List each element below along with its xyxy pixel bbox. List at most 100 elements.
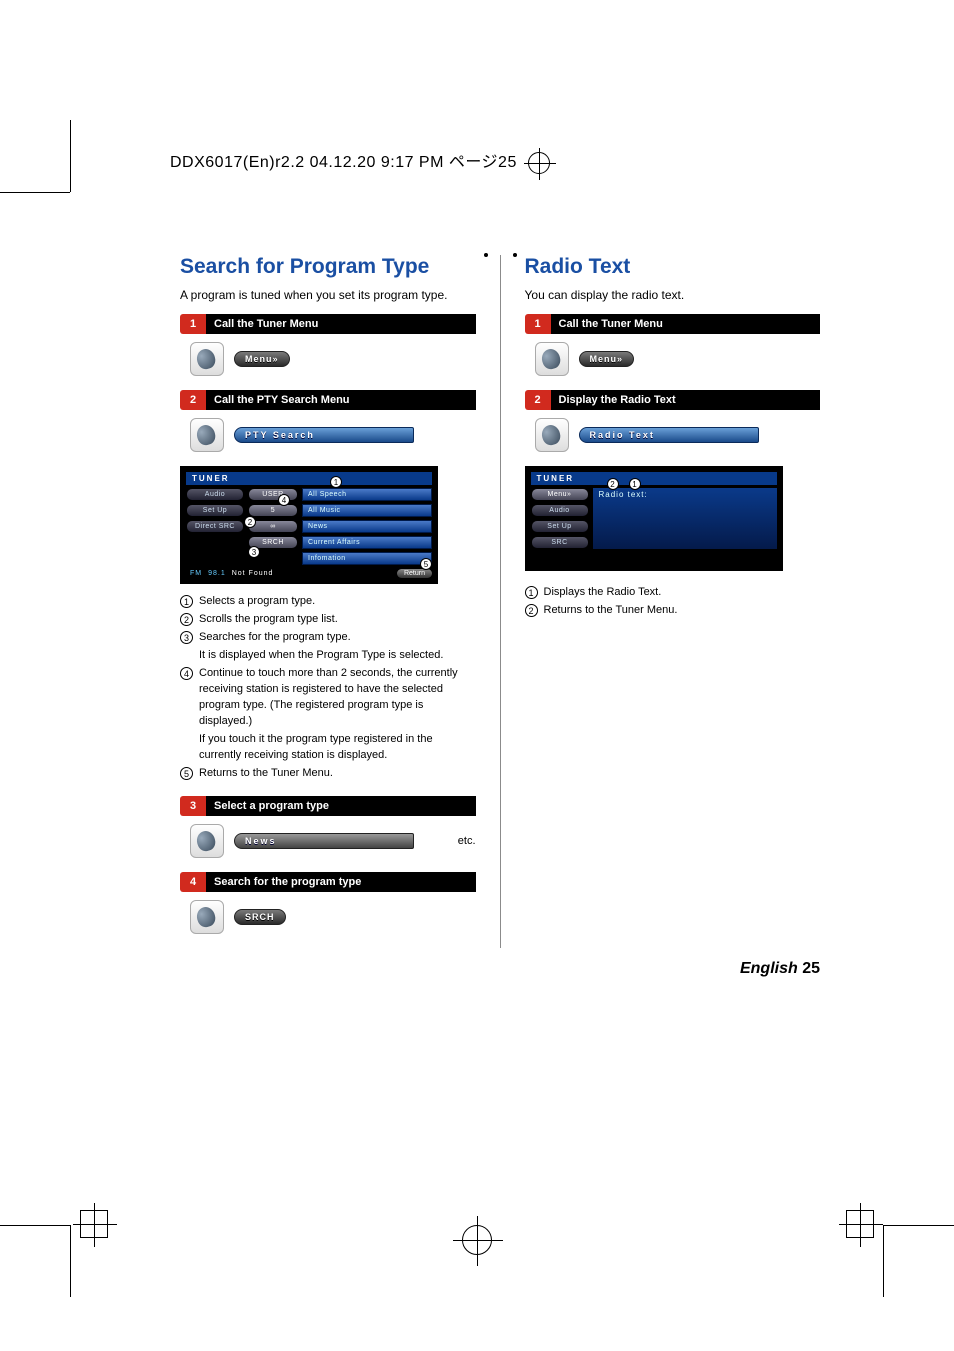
tuner-footer: FM 98.1 Not Found Return (186, 569, 432, 578)
step-number: 1 (525, 314, 551, 334)
register-mark (80, 1210, 108, 1238)
step-2-bar: 2 Call the PTY Search Menu (180, 390, 476, 410)
register-mark (462, 1225, 492, 1255)
step-4-bar: 4 Search for the program type (180, 872, 476, 892)
step-2-bar: 2 Display the Radio Text (525, 390, 821, 410)
note-text: Displays the Radio Text. (544, 585, 662, 601)
note-text: Returns to the Tuner Menu. (199, 766, 333, 782)
list-item[interactable]: All Music (302, 504, 432, 517)
step-1-action: Menu» (535, 342, 821, 376)
note-text: Continue to touch more than 2 seconds, t… (199, 666, 476, 730)
register-icon (528, 152, 550, 174)
pty-search-button[interactable]: PTY Search (234, 427, 414, 443)
callout-1: 1 (330, 476, 342, 488)
srch-button[interactable]: SRCH (234, 909, 286, 925)
note-num: 4 (180, 667, 193, 680)
crop-mark (0, 192, 70, 193)
page-label: English (740, 960, 798, 977)
news-button[interactable]: News (234, 833, 414, 849)
step-label: Call the Tuner Menu (551, 314, 821, 334)
tuner-return-button[interactable]: Return (397, 569, 432, 578)
radio-setup-button[interactable]: Set Up (531, 520, 589, 533)
step-1-bar: 1 Call the Tuner Menu (525, 314, 821, 334)
note-num: 2 (525, 604, 538, 617)
register-mark (846, 1210, 874, 1238)
crop-mark (884, 1225, 954, 1226)
note-num: 5 (180, 767, 193, 780)
column-dot (513, 253, 517, 257)
touch-icon (190, 342, 224, 376)
callout-3: 3 (248, 546, 260, 558)
step-label: Call the Tuner Menu (206, 314, 476, 334)
step-number: 2 (180, 390, 206, 410)
tuner-user-button[interactable]: USER (248, 488, 298, 501)
step-4-action: SRCH (190, 900, 476, 934)
etc-label: etc. (458, 835, 476, 847)
list-item[interactable]: All Speech (302, 488, 432, 501)
step-number: 4 (180, 872, 206, 892)
step-number: 3 (180, 796, 206, 816)
tuner-header: TUNER (186, 472, 432, 485)
crop-mark (70, 120, 71, 192)
touch-icon (190, 418, 224, 452)
menu-button[interactable]: Menu» (234, 351, 290, 367)
step-2-action: Radio Text (535, 418, 821, 452)
touch-icon (535, 418, 569, 452)
step-1-bar: 1 Call the Tuner Menu (180, 314, 476, 334)
menu-button[interactable]: Menu» (579, 351, 635, 367)
list-item[interactable]: Current Affairs (302, 536, 432, 549)
crop-mark (70, 1225, 71, 1297)
note-text: If you touch it the program type registe… (199, 732, 476, 764)
radio-text-button[interactable]: Radio Text (579, 427, 759, 443)
section-title-search-program-type: Search for Program Type (180, 255, 476, 279)
tuner-audio-button[interactable]: Audio (186, 488, 244, 501)
slug-text: DDX6017(En)r2.2 04.12.20 9:17 PM ページ25 (170, 154, 517, 171)
radio-text-screenshot: TUNER Menu» Audio Set Up SRC Radio text:… (525, 466, 783, 571)
touch-icon (190, 824, 224, 858)
note-num: 1 (180, 595, 193, 608)
tuner-program-list: All Speech All Music News Current Affair… (302, 485, 432, 565)
tuner-not-found: Not Found (232, 570, 274, 577)
crop-mark (0, 1225, 70, 1226)
section-lead: A program is tuned when you set its prog… (180, 287, 476, 304)
touch-icon (190, 900, 224, 934)
list-item[interactable]: Infomation (302, 552, 432, 565)
page-number-value: 25 (802, 960, 820, 977)
note-num: 2 (180, 613, 193, 626)
callout-2: 2 (244, 516, 256, 528)
note-text: Selects a program type. (199, 594, 315, 610)
step-1-action: Menu» (190, 342, 476, 376)
note-text: Searches for the program type. (199, 630, 351, 646)
radio-audio-button[interactable]: Audio (531, 504, 589, 517)
page-content: Search for Program Type A program is tun… (180, 255, 820, 948)
radio-menu-button[interactable]: Menu» (531, 488, 589, 501)
notes-list: 1Selects a program type. 2Scrolls the pr… (180, 594, 476, 781)
page-number: English 25 (740, 960, 820, 978)
section-title-radio-text: Radio Text (525, 255, 821, 279)
radio-src-button[interactable]: SRC (531, 536, 589, 549)
radio-text-area: Radio text: (593, 488, 777, 549)
touch-icon (535, 342, 569, 376)
callout-1: 1 (629, 478, 641, 490)
tuner-header: TUNER (531, 472, 777, 485)
tuner-direct-src-button[interactable]: Direct SRC (186, 520, 244, 533)
callout-2: 2 (607, 478, 619, 490)
callout-4: 4 (278, 494, 290, 506)
note-text: It is displayed when the Program Type is… (199, 648, 443, 664)
step-3-bar: 3 Select a program type (180, 796, 476, 816)
crop-mark (883, 1225, 884, 1297)
tuner-left-buttons: Audio Set Up Direct SRC (186, 485, 244, 565)
tuner-setup-button[interactable]: Set Up (186, 504, 244, 517)
notes-list: 1Displays the Radio Text. 2Returns to th… (525, 585, 821, 619)
list-item[interactable]: News (302, 520, 432, 533)
note-num: 3 (180, 631, 193, 644)
print-slug: DDX6017(En)r2.2 04.12.20 9:17 PM ページ25 (170, 148, 550, 174)
tuner-band: FM (186, 570, 202, 577)
right-column: Radio Text You can display the radio tex… (525, 255, 821, 948)
step-3-action: News etc. (190, 824, 476, 858)
note-text: Returns to the Tuner Menu. (544, 603, 678, 619)
step-2-action: PTY Search (190, 418, 476, 452)
step-label: Search for the program type (206, 872, 476, 892)
step-number: 1 (180, 314, 206, 334)
section-lead: You can display the radio text. (525, 287, 821, 304)
